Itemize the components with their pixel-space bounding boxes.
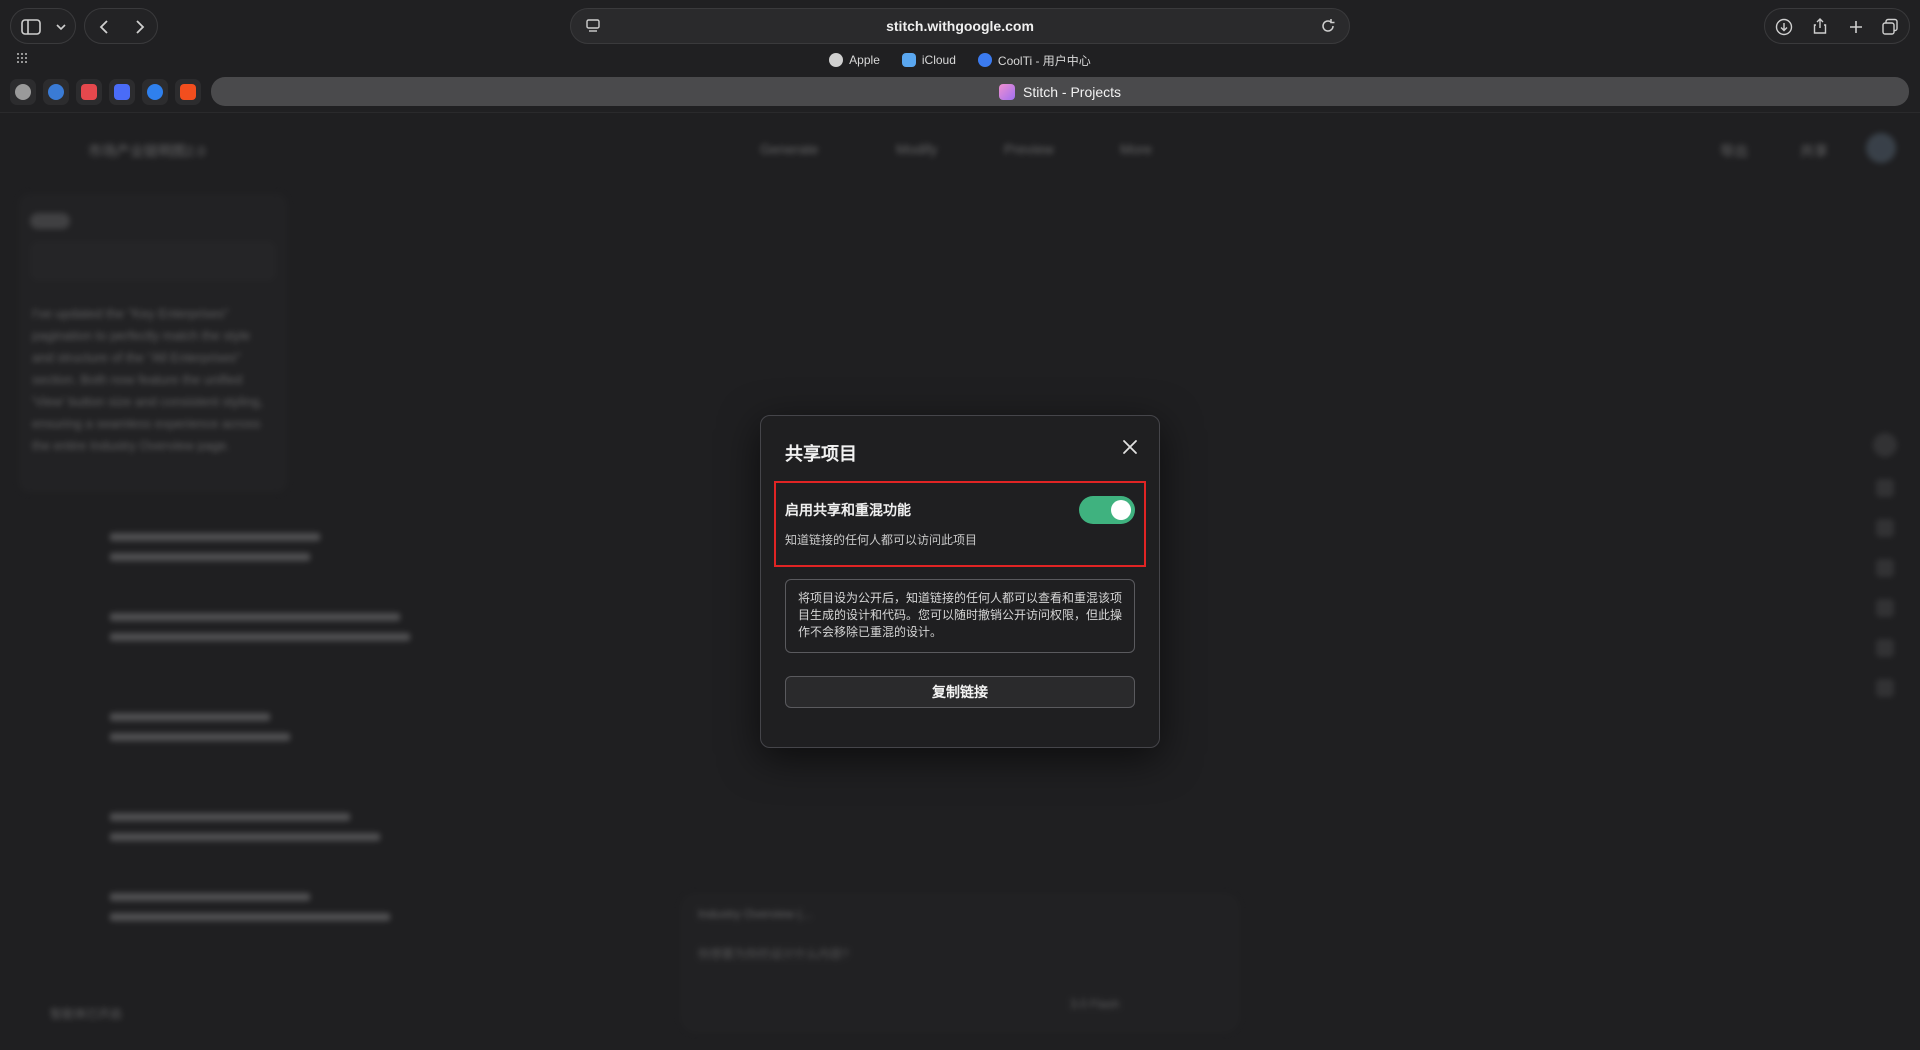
- share-remix-toggle[interactable]: [1079, 496, 1135, 524]
- app-header: 市场产业链明图2.0 Generate Modify Preview More …: [0, 113, 1920, 183]
- toolbar-actions: [1764, 8, 1910, 44]
- stitch-icon: [998, 83, 1015, 100]
- prompt-placeholder: 你想要为你的设计什么内容?: [698, 947, 849, 961]
- toolbar-more[interactable]: More: [1120, 141, 1152, 157]
- forward-icon[interactable]: [135, 19, 145, 35]
- tab-title: Stitch - Projects: [1022, 83, 1122, 100]
- new-tab-icon[interactable]: [1848, 19, 1864, 35]
- url-text: stitch.withgoogle.com: [886, 18, 1034, 34]
- pinned-tab-4[interactable]: [109, 79, 135, 105]
- reload-icon[interactable]: [1319, 17, 1337, 35]
- share-project-dialog: 共享项目 启用共享和重混功能 知道链接的任何人都可以访问此项目 将项目设为公开后…: [760, 415, 1160, 748]
- app-icon: [147, 84, 163, 100]
- tool-icon[interactable]: [1876, 479, 1894, 497]
- dialog-title: 共享项目: [785, 444, 857, 464]
- bookmarks-bar: Apple iCloud CoolTi - 用户中心: [0, 50, 1920, 70]
- sidebar-icon[interactable]: [21, 19, 41, 35]
- skeleton-line: [110, 633, 410, 641]
- app-icon: [81, 84, 97, 100]
- app-icon: [48, 84, 64, 100]
- skeleton-line: [110, 533, 320, 541]
- apple-icon: [829, 53, 844, 67]
- skeleton-line: [110, 553, 310, 561]
- back-icon[interactable]: [99, 19, 109, 35]
- tool-icon[interactable]: [1876, 519, 1894, 537]
- close-icon[interactable]: [1119, 436, 1141, 458]
- bookmark-icloud[interactable]: iCloud: [901, 50, 956, 70]
- app-icon: [114, 84, 130, 100]
- chat-selector[interactable]: [30, 241, 276, 281]
- address-bar[interactable]: stitch.withgoogle.com: [570, 8, 1350, 44]
- tool-icon[interactable]: [1873, 433, 1897, 457]
- sidebar-toggle-group[interactable]: [10, 8, 76, 44]
- chat-panel: I've updated the "Key Enterprises" pagin…: [18, 193, 288, 493]
- pinned-tab-5[interactable]: [142, 79, 168, 105]
- pinned-tabs: [10, 79, 201, 105]
- skeleton-line: [110, 733, 290, 741]
- pinned-tab-2[interactable]: [43, 79, 69, 105]
- history-nav: [84, 8, 158, 44]
- toolbar-modify[interactable]: Modify: [896, 141, 937, 157]
- downloads-icon[interactable]: [1775, 18, 1793, 36]
- toolbar-generate[interactable]: Generate: [760, 141, 818, 157]
- tool-icon[interactable]: [1876, 599, 1894, 617]
- pinned-tab-3[interactable]: [76, 79, 102, 105]
- page-settings-icon[interactable]: [585, 18, 601, 34]
- share-toggle-label: 启用共享和重混功能: [785, 502, 911, 518]
- figma-icon: [180, 84, 196, 100]
- pinned-tab-chatgpt[interactable]: [10, 79, 36, 105]
- chat-chip: [30, 213, 70, 229]
- tool-icon[interactable]: [1876, 679, 1894, 697]
- pinned-tab-figma[interactable]: [175, 79, 201, 105]
- browser-chrome: stitch.withgoogle.com Apple iCloud CoolT…: [0, 0, 1920, 113]
- bookmark-label: iCloud: [921, 53, 956, 67]
- tab-overview-icon[interactable]: [1881, 18, 1899, 36]
- share-icon[interactable]: [1811, 17, 1829, 35]
- active-tab[interactable]: Stitch - Projects: [211, 77, 1909, 106]
- right-tool-rail: [1870, 433, 1900, 733]
- copy-link-button[interactable]: 复制链接: [785, 676, 1135, 708]
- share-button[interactable]: 共享: [1800, 141, 1828, 161]
- export-button[interactable]: 导出: [1720, 141, 1748, 161]
- prompt-chip[interactable]: Industry Overview (...: [698, 907, 811, 921]
- chatgpt-icon: [15, 84, 31, 100]
- chevron-down-icon[interactable]: [56, 23, 66, 31]
- project-title[interactable]: 市场产业链明图2.0: [88, 141, 205, 161]
- skeleton-line: [110, 833, 380, 841]
- avatar[interactable]: [1866, 133, 1896, 163]
- skeleton-line: [110, 913, 390, 921]
- toggle-knob: [1111, 500, 1131, 520]
- skeleton-line: [110, 813, 350, 821]
- bookmark-label: Apple: [849, 53, 880, 67]
- bookmark-label: CoolTi - 用户中心: [997, 53, 1091, 68]
- tool-icon[interactable]: [1876, 639, 1894, 657]
- toolbar-preview[interactable]: Preview: [1004, 141, 1054, 157]
- skeleton-line: [110, 613, 400, 621]
- model-selector[interactable]: 3.0 Flash: [1070, 997, 1119, 1011]
- public-notice: 将项目设为公开后，知道链接的任何人都可以查看和重混该项目生成的设计和代码。您可以…: [785, 579, 1135, 653]
- prompt-box[interactable]: Industry Overview (... 你想要为你的设计什么内容? 3.0…: [680, 893, 1240, 1033]
- agent-status[interactable]: 智能体已开启: [50, 1005, 122, 1022]
- share-toggle-description: 知道链接的任何人都可以访问此项目: [785, 533, 978, 547]
- chat-message: I've updated the "Key Enterprises" pagin…: [32, 306, 263, 453]
- bookmark-apple[interactable]: Apple: [829, 50, 880, 70]
- tool-icon[interactable]: [1876, 559, 1894, 577]
- bookmark-coolti[interactable]: CoolTi - 用户中心: [977, 50, 1091, 70]
- icloud-icon: [901, 53, 916, 67]
- highlight-box: [774, 481, 1146, 567]
- skeleton-line: [110, 893, 310, 901]
- coolti-icon: [977, 53, 992, 67]
- skeleton-line: [110, 713, 270, 721]
